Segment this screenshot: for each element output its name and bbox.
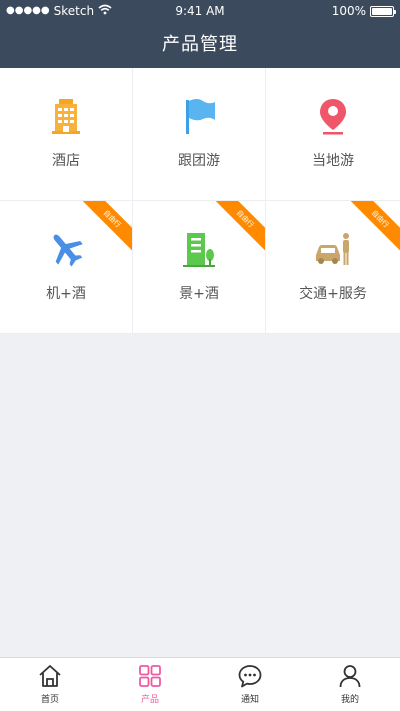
product-label: 酒店: [52, 153, 80, 169]
airplane-icon: [53, 234, 83, 267]
product-item-flight-hotel[interactable]: 自由行 机+酒: [0, 201, 133, 334]
user-icon: [339, 665, 361, 688]
product-item-local-tour[interactable]: 当地游: [266, 68, 400, 201]
tab-notifications[interactable]: 通知: [200, 658, 300, 711]
car-person-icon: [316, 233, 349, 265]
flag-icon: [186, 99, 215, 134]
tab-label: 我的: [340, 695, 359, 705]
status-bar: ●●●●● Sketch 9:41 AM 100%: [0, 0, 400, 22]
tab-label: 产品: [140, 695, 159, 705]
page-title: 产品管理: [162, 34, 238, 55]
product-label: 机+酒: [46, 286, 86, 302]
hotel-building-icon: [52, 99, 80, 134]
building-tree-icon: [183, 233, 215, 267]
grid-icon: [139, 665, 161, 687]
tab-label: 通知: [240, 695, 259, 705]
app-header: ●●●●● Sketch 9:41 AM 100% 产品管理: [0, 0, 400, 68]
tab-label: 首页: [40, 695, 59, 705]
battery-percent: 100%: [331, 4, 366, 18]
product-grid: 酒店 跟团游 当地游 自由行 机+酒 自由行 景+酒 自由行 交通+服务: [0, 68, 400, 334]
free-travel-badge: 自由行: [211, 201, 265, 253]
product-label: 当地游: [312, 153, 354, 169]
product-item-scenic-hotel[interactable]: 自由行 景+酒: [133, 201, 266, 334]
product-item-transport-service[interactable]: 自由行 交通+服务: [266, 201, 400, 334]
tab-products[interactable]: 产品: [100, 658, 200, 711]
tab-profile[interactable]: 我的: [300, 658, 400, 711]
product-item-group-tour[interactable]: 跟团游: [133, 68, 266, 201]
product-label: 交通+服务: [299, 286, 367, 302]
location-pin-icon: [320, 99, 346, 135]
home-icon: [39, 665, 61, 687]
status-right: 100%: [331, 0, 396, 22]
product-label: 景+酒: [179, 286, 219, 302]
product-label: 跟团游: [178, 153, 220, 169]
product-item-hotel[interactable]: 酒店: [0, 68, 133, 201]
tab-home[interactable]: 首页: [0, 658, 100, 711]
free-travel-badge: 自由行: [78, 201, 132, 253]
battery-icon: [370, 5, 396, 17]
bottom-tab-bar: 首页 产品 通知 我的: [0, 657, 400, 711]
free-travel-badge: 自由行: [346, 201, 400, 253]
chat-bubble-icon: [238, 665, 262, 688]
